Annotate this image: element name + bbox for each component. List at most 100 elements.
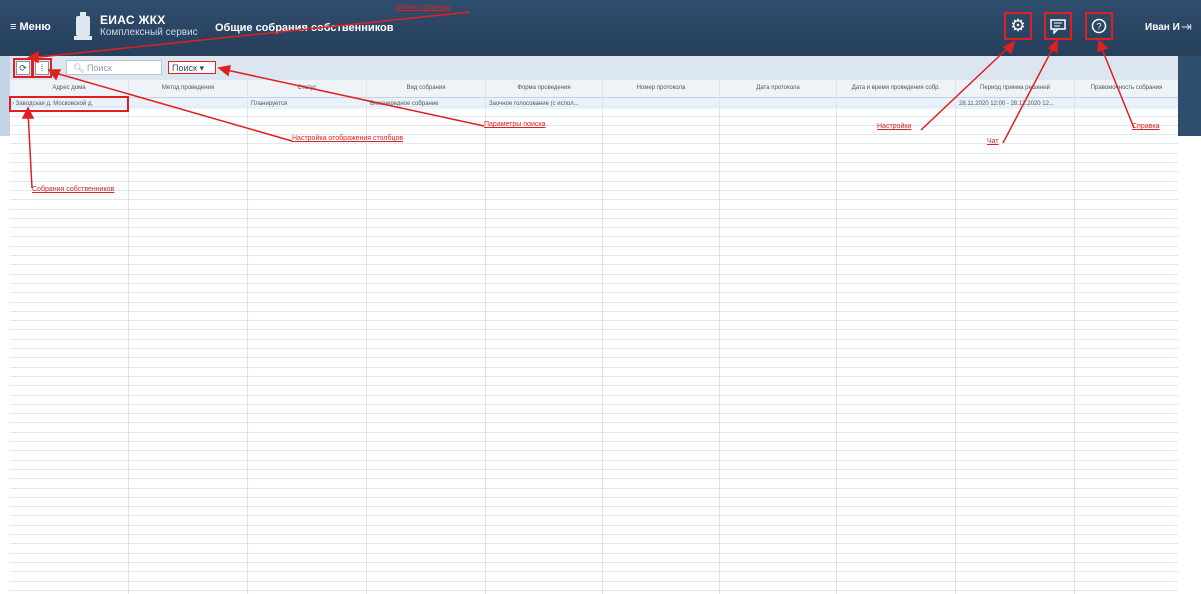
search-input[interactable]: 🔍︎ Поиск — [66, 60, 162, 75]
table-row — [10, 424, 1178, 433]
table-row — [10, 117, 1178, 126]
table-cell-form: Заочное голосование (с испол... — [489, 101, 579, 107]
chat-icon[interactable] — [1044, 12, 1072, 40]
logo-icon — [74, 12, 92, 40]
table-cell-type: Внеочередное собрание — [370, 101, 439, 107]
table-row — [10, 312, 1178, 322]
table-row — [10, 489, 1178, 498]
column-header[interactable]: Метод проведения — [129, 80, 247, 97]
table-row — [10, 284, 1178, 294]
column-header[interactable]: Форма проведения — [486, 80, 602, 97]
table-row — [10, 182, 1178, 191]
column-divider — [485, 80, 486, 594]
table-row — [10, 200, 1178, 210]
table-row — [10, 275, 1178, 284]
table-cell-status: Планируется — [251, 101, 288, 107]
table-row — [10, 572, 1178, 582]
table-row — [10, 377, 1178, 387]
table-row — [10, 293, 1178, 303]
table-row — [10, 219, 1178, 229]
column-header[interactable]: Адрес дома — [10, 80, 128, 97]
menu-button[interactable]: ≡ Меню — [10, 21, 51, 33]
table-cell-address[interactable]: › Заводская д. Московской д. — [9, 96, 129, 112]
column-divider — [247, 80, 248, 594]
column-header[interactable]: Вид собрания — [367, 80, 485, 97]
svg-text:?: ? — [1096, 22, 1101, 32]
column-divider — [955, 80, 956, 594]
gear-icon[interactable]: ⚙ — [1004, 12, 1032, 40]
table-row — [10, 145, 1178, 154]
app-header: ≡ Меню ЕИАС ЖКХ Комплексный сервис Общие… — [0, 0, 1201, 56]
table-row — [10, 526, 1178, 536]
table-row — [10, 507, 1178, 517]
app-title: ЕИАС ЖКХ — [100, 13, 166, 27]
table-row — [10, 442, 1178, 452]
table-row — [10, 228, 1178, 238]
table-row — [10, 396, 1178, 405]
annotation-chat: Чат — [987, 138, 999, 145]
table-row — [10, 470, 1178, 480]
column-divider — [602, 80, 603, 594]
annotation-column-settings: Настройка отображения столбцов — [292, 135, 404, 142]
table-row — [10, 340, 1178, 350]
column-divider — [366, 80, 367, 594]
table-row — [10, 154, 1178, 164]
column-header[interactable]: Дата протокола — [720, 80, 836, 97]
table-row — [10, 368, 1178, 377]
column-header[interactable]: Правомочность собрания — [1075, 80, 1178, 97]
column-header[interactable]: Дата и время проведения собр. — [837, 80, 955, 97]
table-row — [10, 210, 1178, 219]
table-row — [10, 238, 1178, 247]
table-row — [10, 256, 1178, 266]
table-body — [10, 98, 1178, 594]
table-row — [10, 479, 1178, 489]
table-row — [10, 191, 1178, 201]
search-params-button[interactable]: Поиск ▾ — [168, 61, 216, 74]
table-row — [10, 303, 1178, 312]
table-row — [10, 517, 1178, 526]
column-settings-button[interactable]: ⁞ — [32, 58, 52, 78]
column-divider — [128, 80, 129, 594]
toolbar: ⟳ ⁞ 🔍︎ Поиск Поиск ▾ — [10, 56, 1178, 80]
table-row — [10, 405, 1178, 415]
page-title: Общие собрания собственников — [215, 22, 394, 34]
app-subtitle: Комплексный сервис — [100, 27, 198, 38]
table-row — [10, 126, 1178, 136]
annotation-help: Справка — [1132, 123, 1160, 130]
table-row — [10, 535, 1178, 545]
table-row — [10, 498, 1178, 508]
table-row — [10, 451, 1178, 461]
table-row — [10, 414, 1178, 424]
meetings-panel: ⟳ ⁞ 🔍︎ Поиск Поиск ▾ Адрес дома Метод пр… — [9, 56, 1178, 594]
table-row — [10, 544, 1178, 554]
table-row — [10, 563, 1178, 573]
table-row — [10, 386, 1178, 396]
logout-icon[interactable]: ⇥ — [1181, 19, 1192, 35]
help-icon[interactable]: ? — [1085, 12, 1113, 40]
table-row — [10, 163, 1178, 173]
column-divider — [719, 80, 720, 594]
table-row — [10, 247, 1178, 257]
column-header[interactable]: Статус — [248, 80, 366, 97]
column-divider — [1074, 80, 1075, 594]
annotation-owners-meetings: Собрания собственников — [32, 186, 115, 193]
annotation-settings: Настройки — [877, 123, 912, 130]
refresh-button[interactable]: ⟳ — [13, 58, 33, 78]
table-header: Адрес дома Метод проведения Статус Вид с… — [10, 80, 1178, 98]
table-cell-period: 28.11.2020 12:00 - 28.12.2020 12... — [959, 101, 1054, 107]
table-row — [10, 331, 1178, 340]
table-row — [10, 265, 1178, 275]
table-row — [10, 321, 1178, 331]
column-header[interactable]: Номер протокола — [603, 80, 719, 97]
table-row — [10, 349, 1178, 359]
table-row — [10, 135, 1178, 145]
user-name[interactable]: Иван И — [1145, 22, 1180, 33]
header-band-right — [1178, 56, 1201, 136]
table-row — [10, 172, 1178, 182]
table-row — [10, 554, 1178, 563]
annotation-search-params: Параметры поиска — [484, 121, 546, 128]
table-row — [10, 358, 1178, 368]
column-header[interactable]: Период приема решений — [956, 80, 1074, 97]
column-divider — [836, 80, 837, 594]
table-row — [10, 433, 1178, 443]
